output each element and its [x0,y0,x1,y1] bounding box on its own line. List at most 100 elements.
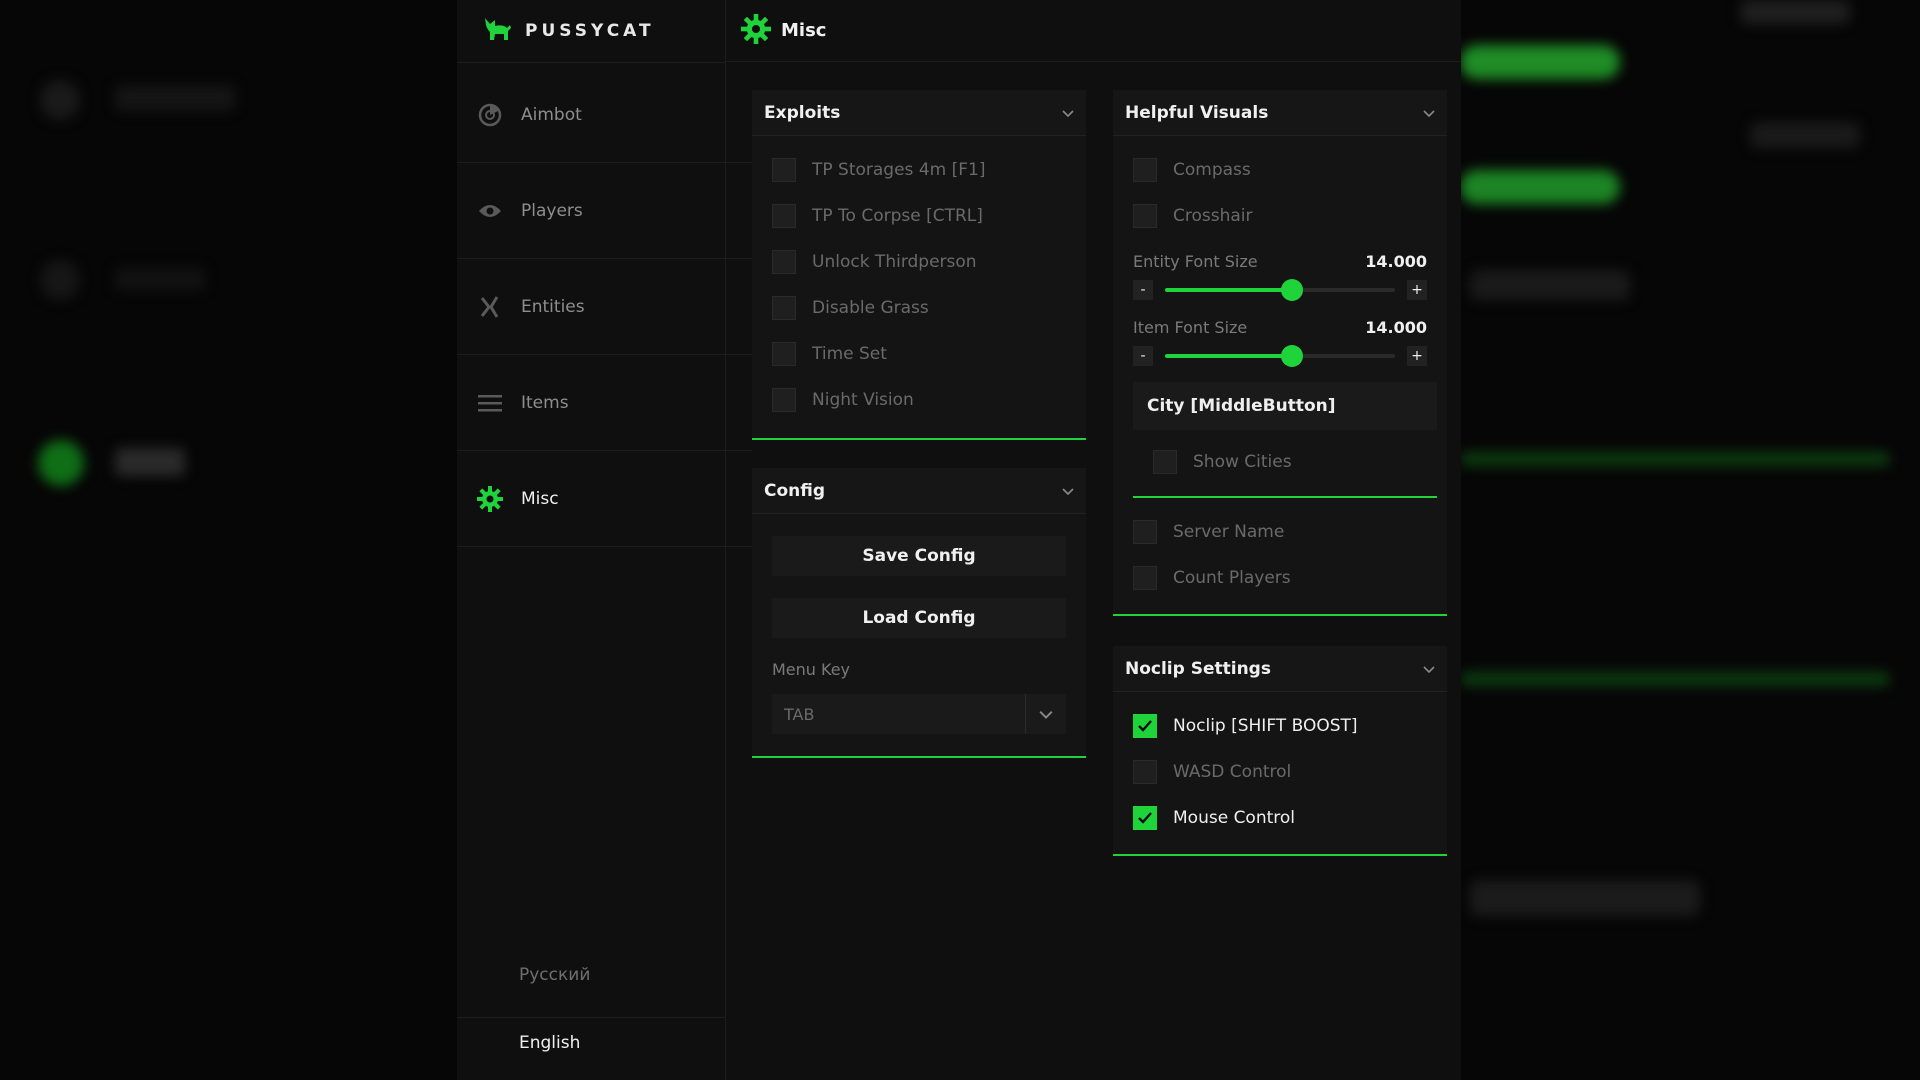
option-tp-to-corpse[interactable]: TP To Corpse [CTRL] [772,204,983,228]
option-wasd-control[interactable]: WASD Control [1133,760,1291,784]
noclip-settings-panel: Noclip Settings Noclip [SHIFT BOOST] WAS… [1113,646,1447,856]
entity-font-slider[interactable] [1165,279,1395,301]
entity-font-decrease-button[interactable]: - [1133,280,1153,300]
checkbox[interactable] [1153,450,1177,474]
helpful-visuals-panel: Helpful Visuals Compass Crosshair Entity… [1113,90,1447,616]
background-blur [38,440,84,486]
city-subsection-header[interactable]: City [MiddleButton] [1133,382,1437,430]
cat-logo-icon [483,16,513,46]
checkbox-label: Count Players [1173,568,1291,588]
slider-handle[interactable] [1280,345,1303,367]
checkbox[interactable] [772,204,796,228]
load-config-button[interactable]: Load Config [772,598,1066,638]
item-font-size-value: 14.000 [1365,318,1427,337]
menu-lines-icon [477,390,503,416]
background-blur [1460,452,1890,466]
checkbox[interactable] [1133,760,1157,784]
checkbox[interactable] [772,388,796,412]
checkbox[interactable] [772,342,796,366]
checkmark-icon [1138,720,1152,732]
chevron-down-icon [1423,109,1435,117]
item-font-slider[interactable] [1165,345,1395,367]
item-font-size-label: Item Font Size [1133,318,1248,337]
option-server-name[interactable]: Server Name [1133,520,1284,544]
sidebar-item-items[interactable]: Items [457,356,752,451]
slider-fill [1165,288,1292,292]
checkbox[interactable] [772,158,796,182]
checkbox[interactable] [1133,566,1157,590]
chevron-down-icon [1062,109,1074,117]
sidebar-item-label: Players [521,201,583,221]
chevron-down-icon [1062,487,1074,495]
option-noclip[interactable]: Noclip [SHIFT BOOST] [1133,714,1358,738]
gear-icon [741,13,771,48]
sidebar-item-players[interactable]: Players [457,164,752,259]
divider [457,1017,725,1018]
menu-key-select[interactable]: TAB [772,694,1066,734]
sidebar-item-entities[interactable]: Entities [457,260,752,355]
checkbox-checked[interactable] [1133,806,1157,830]
checkbox[interactable] [772,250,796,274]
background-blur [40,260,80,300]
checkbox-label: Noclip [SHIFT BOOST] [1173,716,1358,736]
option-tp-storages[interactable]: TP Storages 4m [F1] [772,158,985,182]
config-panel: Config Save Config Load Config Menu Key … [752,468,1086,758]
noclip-settings-panel-header[interactable]: Noclip Settings [1113,646,1447,692]
sidebar-item-label: Misc [521,489,559,509]
entity-font-size-value: 14.000 [1365,252,1427,271]
cheat-menu-window: PUSSYCAT Aimbot Players Entities Items M… [457,0,1461,1080]
helpful-visuals-panel-header[interactable]: Helpful Visuals [1113,90,1447,136]
panel-title: Exploits [764,102,841,123]
panel-title: Helpful Visuals [1125,102,1269,123]
exploits-panel-header[interactable]: Exploits [752,90,1086,136]
checkbox-label: Crosshair [1173,206,1253,226]
option-compass[interactable]: Compass [1133,158,1251,182]
config-panel-header[interactable]: Config [752,468,1086,514]
item-font-decrease-button[interactable]: - [1133,346,1153,366]
background-blur [115,448,185,476]
checkbox-label: Time Set [812,344,887,364]
slider-handle[interactable] [1280,279,1303,301]
option-unlock-thirdperson[interactable]: Unlock Thirdperson [772,250,977,274]
slider-fill [1165,354,1292,358]
option-count-players[interactable]: Count Players [1133,566,1291,590]
brand: PUSSYCAT [457,0,725,63]
city-subsection-divider [1133,496,1437,498]
item-font-increase-button[interactable]: + [1407,346,1427,366]
option-night-vision[interactable]: Night Vision [772,388,914,412]
background-blur [40,80,80,120]
option-time-set[interactable]: Time Set [772,342,887,366]
checkbox-checked[interactable] [1133,714,1157,738]
save-config-button[interactable]: Save Config [772,536,1066,576]
language-russian[interactable]: Русский [519,965,590,985]
checkbox[interactable] [1133,158,1157,182]
option-mouse-control[interactable]: Mouse Control [1133,806,1295,830]
sidebar-item-misc[interactable]: Misc [457,452,752,547]
option-crosshair[interactable]: Crosshair [1133,204,1253,228]
chevron-down-icon [1423,665,1435,673]
checkbox-label: TP Storages 4m [F1] [812,160,986,180]
checkbox[interactable] [1133,520,1157,544]
brand-name: PUSSYCAT [525,21,655,41]
background-blur [1470,270,1630,300]
entity-font-size-label: Entity Font Size [1133,252,1258,271]
checkbox-label: Disable Grass [812,298,929,318]
checkbox-label: Show Cities [1193,452,1292,472]
checkbox[interactable] [772,296,796,320]
checkbox-label: Compass [1173,160,1251,180]
background-blur [115,268,205,290]
option-disable-grass[interactable]: Disable Grass [772,296,929,320]
background-blur [1460,672,1890,686]
checkbox[interactable] [1133,204,1157,228]
language-english[interactable]: English [519,1033,580,1053]
entity-font-increase-button[interactable]: + [1407,280,1427,300]
checkbox-label: Server Name [1173,522,1285,542]
sidebar: PUSSYCAT Aimbot Players Entities Items M… [457,0,752,1080]
checkbox-label: TP To Corpse [CTRL] [812,206,983,226]
checkbox-label: WASD Control [1173,762,1292,782]
background-blur [1460,170,1620,204]
checkbox-label: Night Vision [812,390,914,410]
sidebar-item-aimbot[interactable]: Aimbot [457,68,752,163]
chevron-down-icon [1025,694,1066,734]
option-show-cities[interactable]: Show Cities [1153,450,1292,474]
